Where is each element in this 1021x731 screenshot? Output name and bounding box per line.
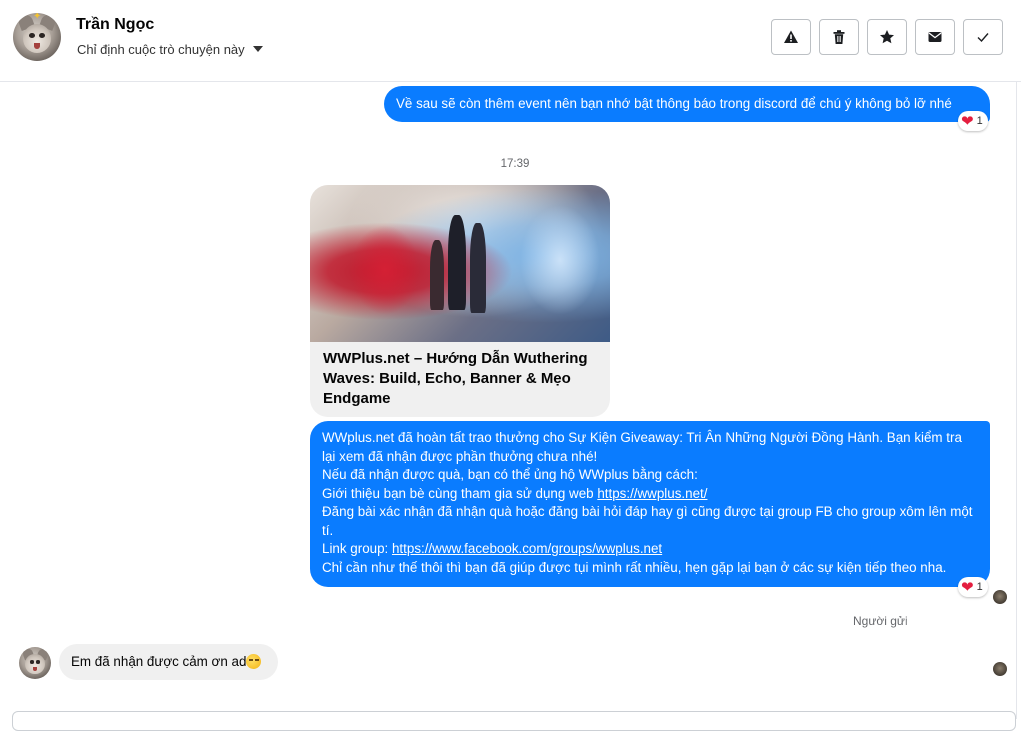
reaction-count: 1 (976, 115, 983, 127)
message-paragraph: Nếu đã nhận được quà, bạn có thể ủng hộ … (322, 467, 698, 482)
warning-icon (784, 30, 798, 43)
report-button[interactable] (771, 19, 811, 55)
link-preview-title: WWPlus.net – Hướng Dẫn Wuthering Waves: … (323, 350, 588, 407)
seen-avatar (993, 662, 1007, 676)
message-text: Giới thiệu bạn bè cùng tham gia sử dụng … (322, 485, 598, 501)
outgoing-message[interactable]: Về sau sẽ còn thêm event nên bạn nhớ bật… (384, 86, 990, 122)
heart-icon: ❤ (961, 578, 974, 596)
message-text: Link group: (322, 541, 392, 556)
delete-button[interactable] (819, 19, 859, 55)
scrollbar-track[interactable] (1016, 82, 1017, 719)
caret-down-icon (252, 45, 263, 52)
conversation-header: ✦ Trần Ngọc Chỉ định cuộc trò chuyện này (0, 0, 1021, 82)
message-composer[interactable] (12, 711, 1016, 731)
contact-avatar-small[interactable] (19, 647, 51, 679)
reaction-badge[interactable]: ❤ 1 (958, 111, 988, 131)
message-text: Về sau sẽ còn thêm event nên bạn nhớ bật… (396, 96, 952, 111)
star-icon (880, 30, 894, 44)
link-preview-card[interactable]: WWPlus.net – Hướng Dẫn Wuthering Waves: … (310, 185, 610, 417)
group-link[interactable]: https://www.facebook.com/groups/wwplus.n… (392, 541, 662, 556)
incoming-message[interactable]: Em đã nhận được cảm ơn ad (59, 644, 278, 680)
contact-avatar[interactable]: ✦ (13, 13, 61, 61)
tooltip-overlay (905, 602, 995, 644)
reaction-badge[interactable]: ❤ 1 (958, 577, 988, 597)
seen-avatar (993, 590, 1007, 604)
outgoing-message[interactable]: WWplus.net đã hoàn tất trao thưởng cho S… (310, 421, 990, 587)
conversation-toolbar (771, 19, 1003, 55)
assign-conversation-dropdown[interactable]: Chỉ định cuộc trò chuyện này (77, 42, 263, 57)
message-paragraph: Chỉ cần như thế thôi thì bạn đã giúp đượ… (322, 559, 947, 575)
message-paragraph: Giới thiệu bạn bè cùng tham gia sử dụng … (322, 485, 978, 504)
thinking-emoji-icon (246, 654, 262, 669)
timestamp: 17:39 (500, 158, 530, 170)
mark-unread-button[interactable] (915, 19, 955, 55)
star-button[interactable] (867, 19, 907, 55)
message-text: Em đã nhận được cảm ơn ad (71, 654, 247, 669)
contact-name[interactable]: Trần Ngọc (76, 16, 154, 34)
website-link[interactable]: https://wwplus.net/ (597, 486, 707, 501)
envelope-icon (928, 32, 942, 42)
message-paragraph: WWplus.net đã hoàn tất trao thưởng cho S… (322, 430, 962, 464)
message-paragraph: Link group: https://www.facebook.com/gro… (322, 540, 978, 559)
mark-done-button[interactable] (963, 19, 1003, 55)
sender-note: Người gửi (853, 614, 908, 628)
checkmark-icon (977, 33, 989, 43)
reaction-count: 1 (976, 581, 983, 593)
assign-conversation-label: Chỉ định cuộc trò chuyện này (77, 42, 245, 57)
message-paragraph: Đăng bài xác nhận đã nhận quà hoặc đăng … (322, 504, 973, 538)
heart-icon: ❤ (961, 112, 974, 130)
trash-icon (833, 30, 845, 44)
link-preview-image (310, 185, 610, 342)
